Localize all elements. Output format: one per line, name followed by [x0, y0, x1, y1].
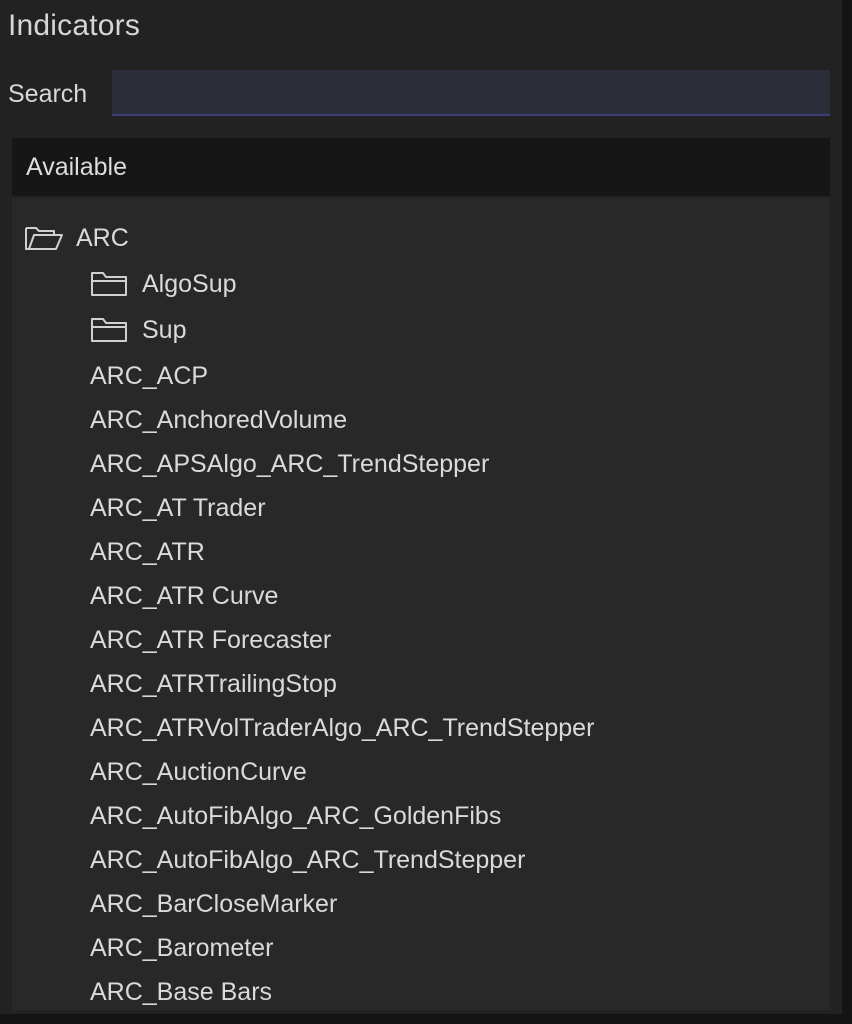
- tree-folder-label: ARC: [76, 223, 129, 252]
- tree-item[interactable]: ARC_AnchoredVolume: [90, 400, 347, 440]
- available-header: Available: [12, 138, 830, 196]
- tree-item[interactable]: ARC_AuctionCurve: [90, 752, 307, 792]
- tree-folder-algosup[interactable]: AlgoSup: [90, 264, 237, 304]
- tree-item[interactable]: ARC_AutoFibAlgo_ARC_GoldenFibs: [90, 796, 501, 836]
- folder-icon: [90, 316, 130, 344]
- tree-item[interactable]: ARC_ATRVolTraderAlgo_ARC_TrendStepper: [90, 708, 594, 748]
- tree-item[interactable]: ARC_BarCloseMarker: [90, 884, 337, 924]
- folder-open-icon: [24, 224, 64, 252]
- tree-item[interactable]: ARC_ATRTrailingStop: [90, 664, 337, 704]
- indicator-tree[interactable]: ARC AlgoSup Sup ARC_ACP ARC_AnchoredVolu…: [12, 198, 830, 1010]
- tree-item[interactable]: ARC_Base Bars: [90, 972, 272, 1010]
- search-row: Search: [0, 70, 842, 120]
- tree-item[interactable]: ARC_ATR Forecaster: [90, 620, 331, 660]
- tree-item[interactable]: ARC_AT Trader: [90, 488, 266, 528]
- available-label: Available: [26, 153, 128, 181]
- tree-item[interactable]: ARC_ATR Curve: [90, 576, 278, 616]
- tree-item[interactable]: ARC_ATR: [90, 532, 205, 572]
- tree-folder-label: AlgoSup: [142, 269, 237, 298]
- indicators-window: Indicators Search Available ARC AlgoSup …: [0, 0, 852, 1024]
- tree-item[interactable]: ARC_Barometer: [90, 928, 273, 968]
- window-title: Indicators: [8, 9, 141, 42]
- tree-folder-label: Sup: [142, 315, 187, 344]
- folder-icon: [90, 270, 130, 298]
- tree-item[interactable]: ARC_ACP: [90, 356, 208, 396]
- tree-folder-sup[interactable]: Sup: [90, 310, 186, 350]
- tree-item[interactable]: ARC_APSAlgo_ARC_TrendStepper: [90, 444, 489, 484]
- search-label: Search: [8, 80, 88, 108]
- tree-folder-arc[interactable]: ARC: [24, 218, 129, 258]
- tree-item[interactable]: ARC_AutoFibAlgo_ARC_TrendStepper: [90, 840, 525, 880]
- search-input[interactable]: [112, 70, 830, 116]
